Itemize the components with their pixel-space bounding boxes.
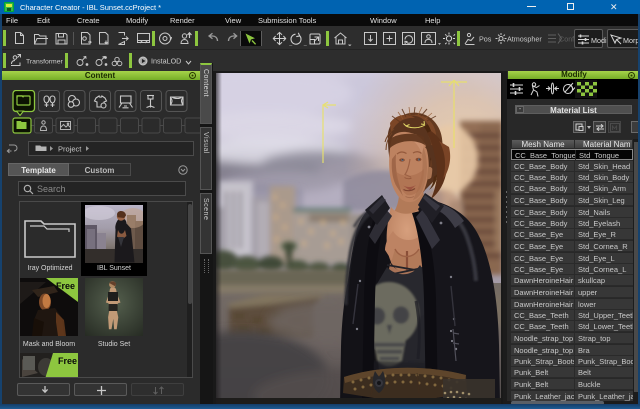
svg-text:Project: Project [58,145,82,154]
svg-text:Free: Free [56,281,75,291]
svg-text:InstaLOD: InstaLOD [151,57,181,66]
svg-text:Pos: Pos [479,35,492,44]
svg-text:Free: Free [58,356,77,366]
svg-text:Atmospher: Atmospher [507,35,542,44]
svg-text:Transformer: Transformer [26,59,63,66]
